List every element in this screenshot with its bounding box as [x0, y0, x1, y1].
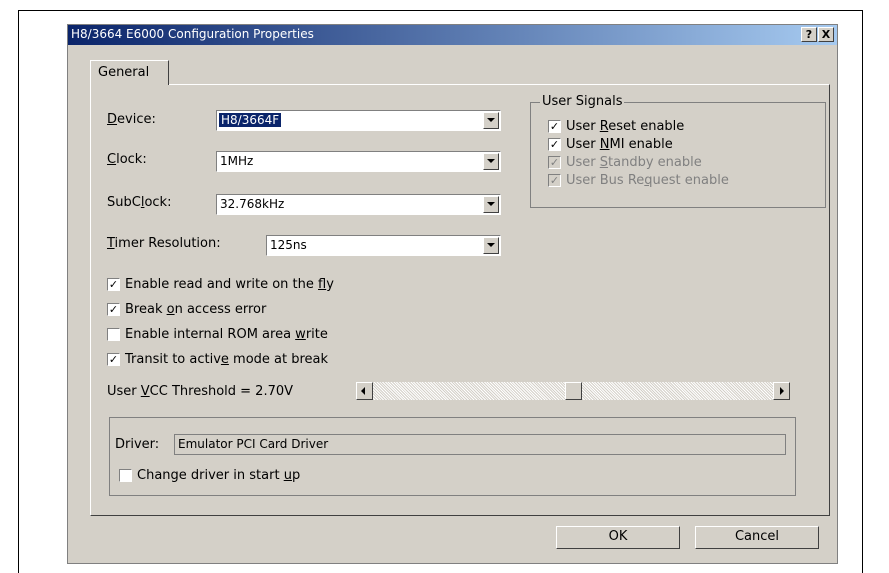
checkbox-box[interactable]: ✓: [107, 353, 120, 366]
checkbox-box[interactable]: ✓: [107, 303, 120, 316]
ok-button[interactable]: OK: [556, 526, 680, 549]
title-bar[interactable]: H8/3664 E6000 Configuration Properties ?…: [68, 25, 837, 45]
dialog-title: H8/3664 E6000 Configuration Properties: [71, 27, 314, 41]
timer-resolution-dropdown-button[interactable]: [483, 237, 499, 254]
device-dropdown-button[interactable]: [483, 112, 499, 129]
tab-general-label: General: [98, 65, 150, 80]
checkbox-label: Enable read and write on the fly: [125, 277, 334, 292]
subclock-dropdown-button[interactable]: [483, 196, 499, 213]
device-value: H8/3664F: [219, 113, 282, 127]
subclock-label: SubClock:: [107, 195, 172, 210]
cancel-button[interactable]: Cancel: [695, 526, 819, 549]
clock-combobox[interactable]: 1MHz: [216, 151, 501, 172]
checkbox-label: User Reset enable: [566, 119, 685, 134]
configuration-dialog: H8/3664 E6000 Configuration Properties ?…: [67, 24, 838, 564]
clock-dropdown-button[interactable]: [483, 153, 499, 170]
subclock-value: 32.768kHz: [220, 197, 285, 211]
clock-value: 1MHz: [220, 154, 254, 168]
checkbox-box[interactable]: [107, 328, 120, 341]
help-button[interactable]: ?: [801, 27, 817, 42]
checkbox-label: Change driver in start up: [137, 468, 301, 483]
checkbox-box[interactable]: [119, 469, 132, 482]
tab-general[interactable]: General: [90, 60, 169, 85]
checkbox-label: Enable internal ROM area write: [125, 327, 328, 342]
checkbox-box: ✓: [548, 174, 561, 187]
slider-right-arrow-icon[interactable]: [773, 382, 790, 400]
checkbox-label: User NMI enable: [566, 137, 673, 152]
page-frame-right: [862, 10, 863, 573]
user-signals-group: User Signals ✓ User Reset enable ✓ User …: [530, 94, 826, 208]
driver-label: Driver:: [115, 437, 160, 452]
checkbox-label: User Standby enable: [566, 155, 702, 170]
slider-left-arrow-icon[interactable]: [356, 382, 373, 400]
slider-thumb[interactable]: [565, 382, 582, 400]
vcc-threshold-label: User VCC Threshold = 2.70V: [107, 384, 294, 399]
device-label: Device:: [107, 112, 156, 127]
checkbox-box[interactable]: ✓: [548, 120, 561, 133]
checkbox-label: User Bus Request enable: [566, 173, 729, 188]
clock-label: Clock:: [107, 152, 147, 167]
vcc-threshold-slider[interactable]: [356, 382, 790, 400]
checkbox-label: Transit to active mode at break: [125, 352, 329, 367]
checkbox-box: ✓: [548, 156, 561, 169]
device-combobox[interactable]: H8/3664F: [216, 110, 501, 131]
driver-field: Emulator PCI Card Driver: [174, 434, 786, 455]
driver-group: [109, 417, 796, 496]
timer-resolution-combobox[interactable]: 125ns: [266, 235, 501, 256]
checkbox-box[interactable]: ✓: [548, 138, 561, 151]
timer-resolution-value: 125ns: [270, 238, 307, 252]
timer-resolution-label: Timer Resolution:: [107, 236, 221, 251]
checkbox-box[interactable]: ✓: [107, 278, 120, 291]
checkbox-label: Break on access error: [125, 302, 267, 317]
subclock-combobox[interactable]: 32.768kHz: [216, 194, 501, 215]
user-signals-title: User Signals: [540, 94, 625, 109]
page-frame-top: [18, 10, 863, 11]
close-button[interactable]: X: [818, 27, 834, 42]
page-frame-left: [18, 10, 19, 573]
